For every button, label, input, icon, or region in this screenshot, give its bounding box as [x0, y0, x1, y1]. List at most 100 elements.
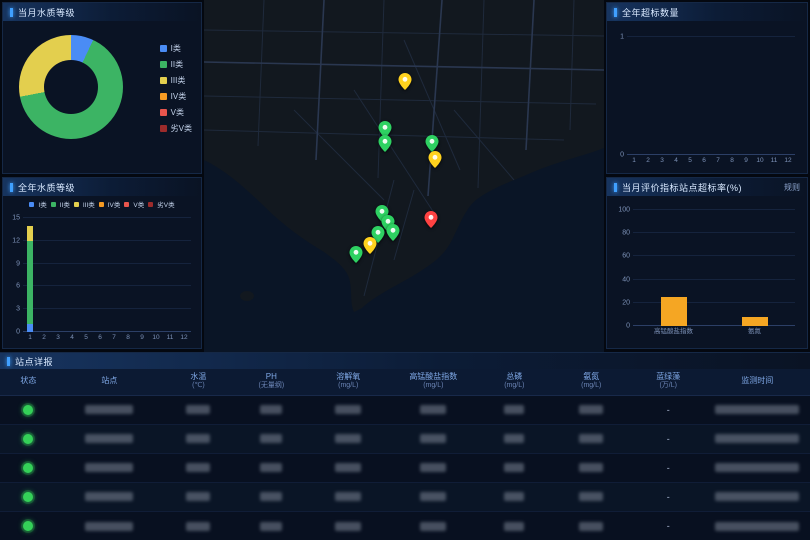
station-row[interactable]: -: [0, 511, 810, 540]
panel-title: 站点详报: [15, 355, 53, 368]
value-cell: [478, 395, 551, 424]
column-header: 总磷(mg/L): [478, 369, 551, 395]
redacted-value: [420, 463, 446, 472]
legend-item[interactable]: III类: [74, 199, 95, 209]
station-row[interactable]: -: [0, 453, 810, 482]
y-axis-label: 6: [16, 283, 20, 290]
x-axis-label: 4: [70, 335, 74, 342]
redacted-value: [504, 522, 524, 531]
value-cell: [478, 511, 551, 540]
redacted-value: [260, 463, 282, 472]
exceed-count-chart: 01123456789101112: [627, 37, 795, 155]
station-row[interactable]: -: [0, 482, 810, 511]
map-pin-warning[interactable]: [364, 237, 377, 254]
legend-item[interactable]: IV类: [99, 199, 121, 209]
legend-item[interactable]: II类: [51, 199, 70, 209]
redacted-value: [186, 522, 210, 531]
value-cell: [478, 453, 551, 482]
legend-item[interactable]: 劣V类: [148, 199, 174, 209]
x-axis-label: 7: [716, 158, 720, 165]
value-cell: [308, 395, 389, 424]
algae-cell: -: [632, 424, 705, 453]
redacted-value: [579, 434, 603, 443]
map-pin-warning[interactable]: [399, 73, 412, 90]
legend-swatch: [29, 202, 34, 207]
panel-header: 全年水质等级: [3, 178, 201, 196]
value-cell: [57, 482, 162, 511]
panel-title: 全年水质等级: [18, 181, 75, 194]
legend-item[interactable]: V类: [160, 107, 192, 118]
map-pin-normal[interactable]: [426, 135, 439, 152]
x-axis-label: 12: [180, 335, 187, 342]
panel-exceed-rate: 当月评价指标站点超标率(%) 规则 020406080100高锰酸盐指数氨氮: [606, 177, 808, 349]
legend-item[interactable]: I类: [29, 199, 46, 209]
status-cell: [0, 482, 57, 511]
status-cell: [0, 453, 57, 482]
map-pin-warning[interactable]: [429, 151, 442, 168]
value-cell: [551, 424, 632, 453]
legend-item[interactable]: IV类: [160, 91, 192, 102]
legend-item[interactable]: I类: [160, 43, 192, 54]
column-header: 水温(℃): [162, 369, 235, 395]
x-axis-label: 9: [140, 335, 144, 342]
station-row[interactable]: -: [0, 424, 810, 453]
station-table: 状态站点水温(℃)PH(无量纲)溶解氧(mg/L)高锰酸盐指数(mg/L)总磷(…: [0, 369, 810, 540]
legend-label: I类: [38, 199, 46, 209]
legend-item[interactable]: V类: [124, 199, 144, 209]
legend-item[interactable]: 劣V类: [160, 123, 192, 134]
value-cell: [389, 482, 478, 511]
x-axis-label: 5: [688, 158, 692, 165]
x-axis-label: 4: [674, 158, 678, 165]
pin-icon: [429, 151, 442, 168]
map-pin-alarm[interactable]: [425, 211, 438, 228]
map-base: [204, 0, 604, 352]
value-cell: [389, 453, 478, 482]
legend-swatch: [160, 125, 167, 132]
legend-item[interactable]: III类: [160, 75, 192, 86]
legend-item[interactable]: II类: [160, 59, 192, 70]
panel-title: 当月评价指标站点超标率(%): [622, 181, 742, 194]
gridline: [633, 209, 795, 210]
redacted-value: [186, 434, 210, 443]
pin-icon: [379, 135, 392, 152]
value-cell: [162, 453, 235, 482]
map-pin-normal[interactable]: [350, 246, 363, 263]
redacted-value: [335, 522, 361, 531]
header-accent-icon: [10, 8, 13, 17]
redacted-value: [260, 522, 282, 531]
gridline: [633, 255, 795, 256]
map-pin-normal[interactable]: [379, 135, 392, 152]
gridline: [633, 325, 795, 326]
redacted-value: [715, 463, 799, 472]
pin-icon: [350, 246, 363, 263]
time-cell: [705, 482, 810, 511]
station-row[interactable]: -: [0, 395, 810, 424]
x-axis-label: 8: [126, 335, 130, 342]
pin-icon: [426, 135, 439, 152]
redacted-value: [186, 405, 210, 414]
redacted-value: [715, 522, 799, 531]
map-pin-normal[interactable]: [387, 224, 400, 241]
column-header: 监测时间: [705, 369, 810, 395]
legend-swatch: [99, 202, 104, 207]
redacted-value: [335, 405, 361, 414]
status-cell: [0, 395, 57, 424]
x-axis-label: 10: [756, 158, 763, 165]
panel-header: 全年超标数量: [607, 3, 807, 21]
map-island: [240, 291, 254, 301]
y-axis-label: 15: [12, 215, 20, 222]
y-axis-label: 9: [16, 260, 20, 267]
legend-swatch: [160, 77, 167, 84]
redacted-value: [260, 492, 282, 501]
pin-icon: [425, 211, 438, 228]
legend-swatch: [160, 45, 167, 52]
rules-link[interactable]: 规则: [784, 182, 800, 193]
map[interactable]: [204, 0, 604, 352]
panel-header: 当月水质等级: [3, 3, 201, 21]
y-axis-label: 20: [622, 299, 630, 306]
redacted-value: [420, 434, 446, 443]
value-cell: [478, 482, 551, 511]
y-axis-label: 0: [620, 152, 624, 159]
y-axis-label: 80: [622, 230, 630, 237]
status-indicator: [23, 463, 33, 473]
